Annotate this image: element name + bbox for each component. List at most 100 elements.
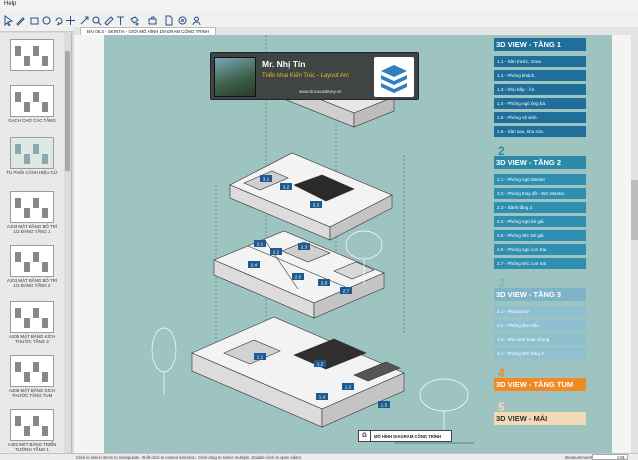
text-icon[interactable]	[114, 14, 126, 26]
legend-item: 2.1 - Phòng ngủ Master	[494, 174, 586, 185]
measurements-input[interactable]: 1:81	[592, 454, 628, 460]
room-label: 2.7	[343, 288, 350, 293]
template-item[interactable]: TÚ PHỐI CẢNH HIỆU CỬ	[6, 137, 58, 175]
settings-icon[interactable]	[176, 14, 188, 26]
room-label: 2.1	[257, 241, 264, 246]
status-message: Click to select items to manipulate. Shi…	[76, 455, 302, 460]
room-label: 1.3	[345, 384, 352, 389]
floor-1	[191, 316, 405, 428]
tab-strip: BÀI 05.3 - SKINTIA - GIỚI MÔ HÌNH DIAGRA…	[74, 27, 638, 35]
legend-item: 3.1 - Phòng thờ	[494, 306, 586, 317]
template-caption: GẠCH CHO CÁC TẦNG	[8, 118, 56, 123]
canvas-scrollbar[interactable]	[631, 35, 638, 453]
template-item[interactable]: A205 MẶT BẰNG KÍCH THƯỚC TẦNG 2	[6, 301, 58, 344]
room-label: 3.2	[283, 184, 290, 189]
template-thumbnail	[10, 245, 54, 277]
template-item[interactable]: A206 MẶT BẰNG KÍCH THƯỚC TẦNG TUM	[6, 355, 58, 398]
legend-section-heading: 3D VIEW - MÁI	[494, 412, 586, 425]
template-item[interactable]: A103 MẶT BẰNG BỐ TRÍ 1/2 ĐĂNG TẦNG 2	[6, 245, 58, 288]
legend-item: 2.2 - Phòng thay đồ - WC Master.	[494, 188, 586, 199]
sidebar-scroll-knob[interactable]	[65, 51, 70, 171]
legend-item: 1.3 - Khu bếp - Ăn.	[494, 84, 586, 95]
scale-icon[interactable]	[78, 14, 90, 26]
user-icon[interactable]	[190, 14, 202, 26]
floor-3	[229, 152, 393, 241]
template-thumbnail	[10, 409, 54, 441]
room-label: 3.1	[263, 176, 270, 181]
instructor-role: Triển khai Kiến Trúc - Layout Arc	[262, 73, 349, 79]
legend-item: 1.6 - Sân sau, khu rửa.	[494, 126, 586, 137]
title-number: G	[359, 431, 371, 441]
room-label: 1.1	[257, 354, 264, 359]
template-caption: A402 MẶT BẰNG TRIỂN TƯỜNG TẦNG 1	[7, 442, 57, 452]
legend-item: 1.5 - Phòng vệ sinh.	[494, 112, 586, 123]
menu-bar: Help	[0, 0, 638, 10]
room-label: 2.6	[321, 280, 328, 285]
template-thumbnail	[10, 301, 54, 333]
template-caption: A205 MẶT BẰNG KÍCH THƯỚC TẦNG 2	[8, 334, 56, 344]
instructor-url: www.tincacademy.vn	[299, 89, 342, 94]
measurements-value: 1:81	[616, 455, 625, 460]
title-text: MÔ HÌNH DIAGRAM CÔNG TRÌNH	[374, 434, 441, 439]
zoom-icon[interactable]	[90, 14, 102, 26]
legend-item: 2.7 - Phòng WC con trai	[494, 258, 586, 269]
tab-document[interactable]: BÀI 05.3 - SKINTIA - GIỚI MÔ HÌNH DIAGRA…	[80, 27, 217, 35]
legend-section-heading: 3D VIEW - TẦNG 1	[494, 38, 586, 51]
legend-item: 2.3 - Sảnh tầng 2.	[494, 202, 586, 213]
title-block: G MÔ HÌNH DIAGRAM CÔNG TRÌNH	[358, 430, 452, 442]
room-label: 2.4	[251, 262, 258, 267]
rectangle-icon[interactable]	[28, 14, 40, 26]
instructor-watermark: Mr. Nhị Tín Triển khai Kiến Trúc - Layou…	[210, 52, 419, 100]
room-label: 1.4	[319, 394, 326, 399]
room-label: 2.2	[273, 249, 280, 254]
select-icon[interactable]	[2, 14, 14, 26]
legend-item: 2.5 - Phòng WC bé gái.	[494, 230, 586, 241]
template-caption: A103 MẶT BẰNG BỐ TRÍ 1/2 ĐĂNG TẦNG 1	[6, 224, 58, 234]
template-thumbnail	[10, 85, 54, 117]
circle-icon[interactable]	[40, 14, 52, 26]
legend-item: 3.3 - Khu sinh hoạt chung.	[494, 334, 586, 345]
template-caption: TÚ PHỐI CẢNH HIỆU CỬ	[6, 170, 58, 175]
template-item[interactable]: GẠCH CHO CÁC TẦNG	[6, 85, 58, 123]
instructor-name: Mr. Nhị Tín	[262, 59, 306, 69]
menu-help[interactable]: Help	[4, 1, 16, 7]
room-label: 2.3	[301, 244, 308, 249]
template-caption: A103 MẶT BẰNG BỐ TRÍ 1/2 ĐĂNG TẦNG 2	[6, 278, 58, 288]
template-thumbnail	[10, 355, 54, 387]
document-icon[interactable]	[162, 14, 174, 26]
legend-section-heading: 3D VIEW - TẦNG 3	[494, 288, 586, 301]
room-label: 1.2	[317, 361, 324, 366]
paint-icon[interactable]	[128, 14, 140, 26]
legend-item: 2.4 - Phòng ngủ bé gái.	[494, 216, 586, 227]
legend-item: 1.4 - Phòng ngủ ông bà.	[494, 98, 586, 109]
template-thumbnail	[10, 191, 54, 223]
legend-section-heading: 3D VIEW - TẦNG 2	[494, 156, 586, 169]
template-item[interactable]: A402 MẶT BẰNG TRIỂN TƯỜNG TẦNG 1	[6, 409, 58, 452]
status-bar: Click to select items to manipulate. Shi…	[0, 453, 638, 460]
legend-item: 1.2 - Phòng khách.	[494, 70, 586, 81]
legend-section-heading: 3D VIEW - TẦNG TUM	[494, 378, 586, 391]
academy-logo-icon	[374, 57, 414, 97]
instructor-photo	[214, 57, 256, 97]
rotate-icon[interactable]	[52, 14, 64, 26]
template-caption: A206 MẶT BẰNG KÍCH THƯỚC TẦNG TUM	[8, 388, 56, 398]
template-item[interactable]	[6, 39, 58, 72]
template-thumbnail	[10, 137, 54, 169]
move-icon[interactable]	[64, 14, 76, 26]
sidebar-scrollbar[interactable]	[64, 33, 71, 453]
template-thumbnail	[10, 39, 54, 71]
measurements-label: Measurements	[565, 455, 593, 460]
room-label: 1.5	[381, 402, 388, 407]
legend-item: 3.4 - Phòng WC tầng 3	[494, 348, 586, 359]
template-item[interactable]: A103 MẶT BẰNG BỐ TRÍ 1/2 ĐĂNG TẦNG 1	[6, 191, 58, 234]
room-label: 3.3	[313, 202, 320, 207]
camera-icon[interactable]	[146, 14, 158, 26]
canvas-scroll-knob[interactable]	[631, 180, 638, 240]
legend-item: 1.1 - Sân trước, Gara	[494, 56, 586, 67]
legend-item: 3.2 - Phòng làm việc.	[494, 320, 586, 331]
room-label: 2.5	[295, 274, 302, 279]
tape-icon[interactable]	[102, 14, 114, 26]
pencil-icon[interactable]	[14, 14, 26, 26]
legend-item: 2.6 - Phòng ngủ con trai.	[494, 244, 586, 255]
sidebar-templates: GẠCH CHO CÁC TẦNG TÚ PHỐI CẢNH HIỆU CỬ A10…	[0, 33, 72, 453]
